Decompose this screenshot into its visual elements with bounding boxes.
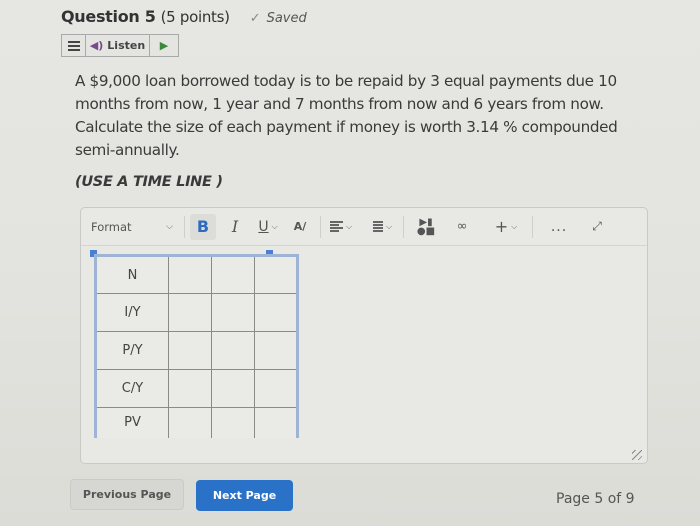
question-header: Question 5 (5 points) ✓ Saved bbox=[61, 7, 307, 26]
table-cell[interactable] bbox=[168, 255, 212, 294]
page-indicator: Page 5 of 9 bbox=[556, 491, 635, 507]
format-dropdown[interactable]: Format ⌵ bbox=[91, 220, 179, 234]
table-row: N bbox=[95, 255, 298, 294]
table-row-label[interactable]: PV bbox=[95, 407, 169, 438]
resize-grip-icon[interactable] bbox=[632, 450, 642, 460]
menu-icon bbox=[67, 40, 80, 51]
play-button[interactable]: ▶ bbox=[150, 35, 178, 56]
rich-text-editor: Format ⌵ B I U ⌵ A/ ⌵ ⌵ ▶▮ ●■ ∞ + ⌵ ... … bbox=[80, 207, 648, 464]
text-style-button[interactable]: A/ bbox=[288, 214, 312, 240]
table-row: P/Y bbox=[95, 331, 298, 370]
table-cell[interactable] bbox=[168, 369, 212, 408]
listen-menu-button[interactable] bbox=[62, 35, 86, 56]
insert-media-button[interactable]: ▶▮ ●■ bbox=[414, 214, 438, 240]
fullscreen-button[interactable]: ⤢ bbox=[585, 214, 609, 240]
time-value-table: N I/Y P/Y C/Y PV bbox=[94, 254, 299, 438]
table-row: PV bbox=[95, 407, 298, 438]
table-row-label[interactable]: C/Y bbox=[95, 369, 169, 408]
underline-dropdown[interactable]: U ⌵ bbox=[256, 214, 280, 240]
listen-toolbar: ◀) Listen ▶ bbox=[61, 34, 179, 57]
chevron-down-icon: ⌵ bbox=[385, 221, 393, 231]
listen-label: Listen bbox=[107, 39, 146, 52]
toolbar-divider bbox=[403, 215, 404, 238]
table-row: I/Y bbox=[95, 293, 298, 332]
insert-link-button[interactable]: ∞ bbox=[450, 214, 474, 240]
table-cell[interactable] bbox=[211, 331, 255, 370]
saved-label: Saved bbox=[266, 11, 307, 26]
table-cell[interactable] bbox=[211, 369, 255, 408]
table-cell[interactable] bbox=[168, 293, 212, 332]
speaker-icon: ◀) bbox=[89, 39, 104, 52]
link-icon: ∞ bbox=[456, 219, 468, 234]
italic-button[interactable]: I bbox=[222, 214, 248, 240]
more-icon: ... bbox=[550, 218, 568, 235]
table-cell[interactable] bbox=[211, 293, 255, 332]
toolbar-divider bbox=[184, 215, 185, 238]
table-cell[interactable] bbox=[254, 293, 298, 332]
format-label: Format bbox=[91, 219, 132, 234]
question-title: Question 5 bbox=[61, 7, 156, 26]
plus-icon: + bbox=[494, 217, 509, 236]
insert-dropdown[interactable]: + ⌵ bbox=[494, 214, 518, 240]
table-row-label[interactable]: I/Y bbox=[95, 293, 169, 332]
table-row: C/Y bbox=[95, 369, 298, 408]
toolbar-divider bbox=[320, 215, 321, 238]
editor-toolbar: Format ⌵ B I U ⌵ A/ ⌵ ⌵ ▶▮ ●■ ∞ + ⌵ ... … bbox=[81, 208, 647, 246]
table-cell[interactable] bbox=[211, 255, 255, 294]
previous-page-button[interactable]: Previous Page bbox=[70, 479, 184, 510]
chevron-down-icon: ⌵ bbox=[511, 221, 518, 231]
chevron-down-icon: ⌵ bbox=[166, 221, 173, 232]
question-text: A $9,000 loan borrowed today is to be re… bbox=[75, 72, 618, 159]
table-cell[interactable] bbox=[168, 407, 212, 438]
bulleted-list-icon bbox=[370, 221, 383, 232]
underline-icon: U bbox=[258, 218, 269, 235]
table-cell[interactable] bbox=[254, 331, 298, 370]
table-cell[interactable] bbox=[168, 331, 212, 370]
toolbar-divider bbox=[532, 215, 533, 238]
media-icon: ▶▮ ●■ bbox=[416, 216, 436, 237]
chevron-down-icon: ⌵ bbox=[345, 221, 353, 231]
list-dropdown[interactable]: ⌵ bbox=[369, 214, 393, 240]
question-instruction: (USE A TIME LINE ) bbox=[75, 174, 223, 190]
bold-button[interactable]: B bbox=[190, 213, 216, 240]
align-dropdown[interactable]: ⌵ bbox=[329, 214, 353, 240]
listen-button[interactable]: ◀) Listen bbox=[86, 35, 150, 56]
question-points: (5 points) bbox=[160, 8, 230, 26]
play-icon: ▶ bbox=[159, 39, 169, 52]
table-cell[interactable] bbox=[211, 407, 255, 438]
editor-content[interactable]: N I/Y P/Y C/Y PV bbox=[81, 246, 647, 464]
table-row-label[interactable]: N bbox=[95, 255, 169, 294]
table-cell[interactable] bbox=[254, 255, 298, 294]
chevron-down-icon: ⌵ bbox=[271, 221, 278, 231]
align-left-icon bbox=[329, 221, 343, 232]
fullscreen-icon: ⤢ bbox=[592, 219, 602, 233]
table-row-label[interactable]: P/Y bbox=[95, 331, 169, 370]
saved-status: ✓ Saved bbox=[250, 11, 307, 26]
next-page-button[interactable]: Next Page bbox=[196, 480, 293, 511]
text-style-icon: A/ bbox=[293, 220, 307, 233]
check-icon: ✓ bbox=[249, 11, 261, 26]
table-cell[interactable] bbox=[254, 369, 298, 408]
table-cell[interactable] bbox=[254, 407, 298, 438]
more-options-button[interactable]: ... bbox=[547, 214, 571, 240]
